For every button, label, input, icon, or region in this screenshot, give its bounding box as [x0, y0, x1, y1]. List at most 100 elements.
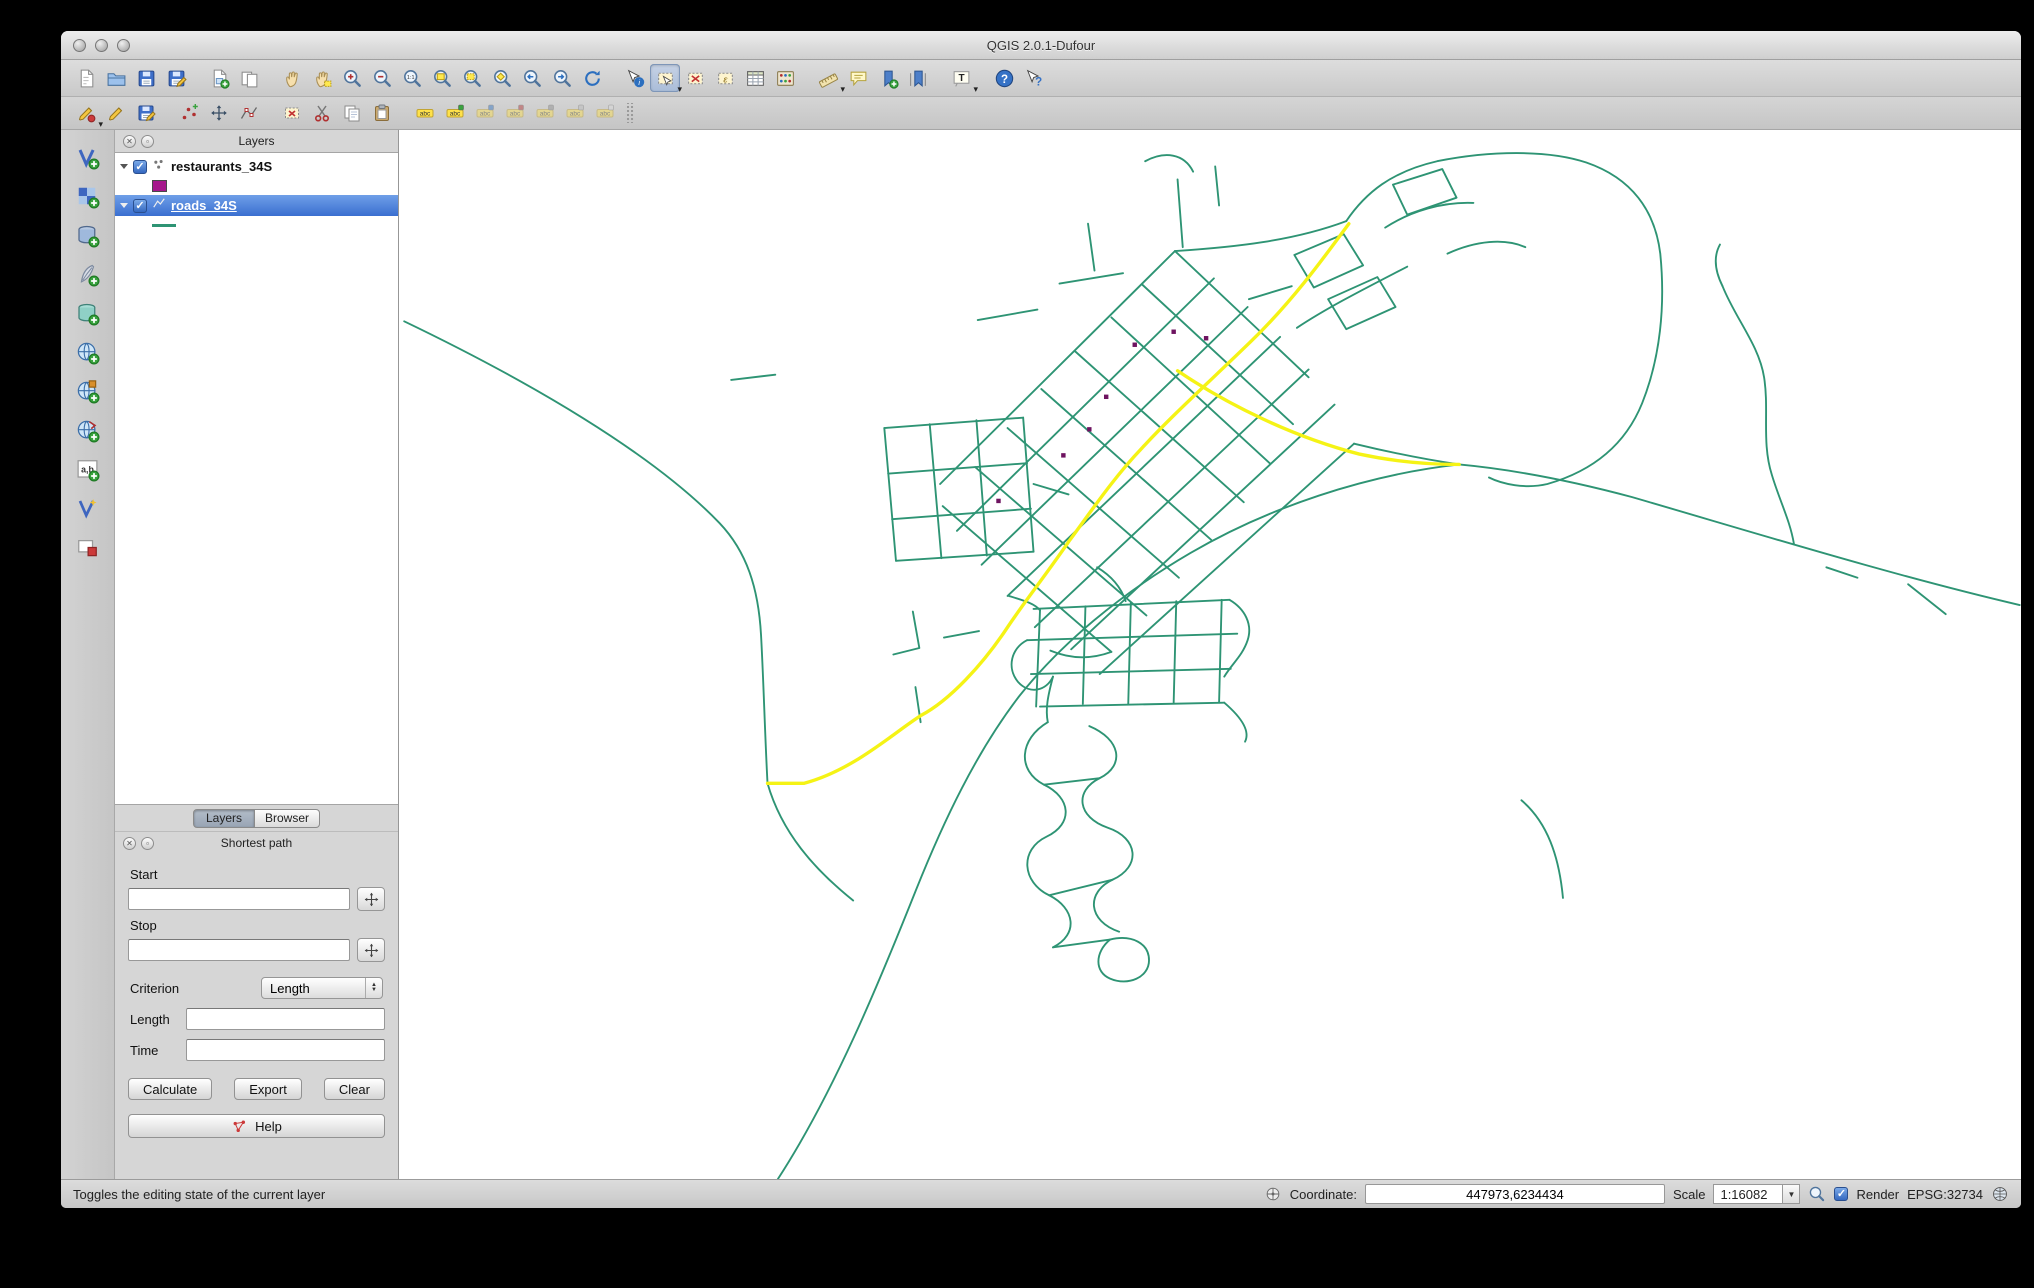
add-mssql-layer-button[interactable] — [70, 299, 106, 332]
minimize-window-button[interactable] — [95, 38, 108, 52]
layer-row-roads_34S[interactable]: ✓ roads_34S — [115, 195, 398, 216]
refresh-map-button[interactable] — [577, 64, 607, 92]
clear-button[interactable]: Clear — [323, 1078, 385, 1100]
tab-layers[interactable]: Layers — [192, 808, 255, 828]
float-panel-icon[interactable]: ▫ — [141, 836, 154, 850]
zoom-window-button[interactable] — [117, 38, 130, 52]
move-label-icon: abc — [475, 103, 495, 123]
toggle-editing-button[interactable] — [101, 99, 131, 127]
open-attribute-table-button[interactable] — [740, 64, 770, 92]
select-features-button[interactable]: ▾ — [650, 64, 682, 94]
zoom-to-selection-button[interactable] — [457, 64, 487, 92]
calculate-button[interactable]: Calculate — [128, 1078, 213, 1100]
field-calculator-button[interactable] — [770, 64, 800, 92]
close-panel-icon[interactable]: ✕ — [123, 134, 136, 148]
pan-map-button[interactable] — [277, 64, 307, 92]
add-postgis-layer-button[interactable] — [70, 221, 106, 254]
paste-features-button[interactable] — [367, 99, 397, 127]
show-hidden-labels-button[interactable]: abc — [560, 99, 590, 127]
new-bookmark-button[interactable] — [873, 64, 903, 92]
open-project-button[interactable] — [101, 64, 131, 92]
deselect-all-button[interactable] — [680, 64, 710, 92]
add-vector-layer-button[interactable] — [70, 143, 106, 176]
layer-row-restaurants_34S[interactable]: ✓ restaurants_34S — [115, 156, 398, 177]
close-window-button[interactable] — [73, 38, 86, 52]
copy-features-button[interactable] — [337, 99, 367, 127]
map-tips-button[interactable] — [843, 64, 873, 92]
new-print-composer-button[interactable] — [204, 64, 234, 92]
scale-combobox[interactable]: 1:16082 ▼ — [1713, 1184, 1801, 1204]
measure-line-button[interactable]: ▾ — [813, 64, 845, 94]
crs-status-icon[interactable] — [1991, 1185, 2009, 1203]
time-field[interactable] — [186, 1039, 385, 1061]
add-wfs-layer-button[interactable] — [70, 416, 106, 449]
show-bookmarks-button[interactable] — [903, 64, 933, 92]
zoom-to-layer-button[interactable] — [487, 64, 517, 92]
save-project-button[interactable] — [131, 64, 161, 92]
new-project-button[interactable] — [71, 64, 101, 92]
scale-value[interactable]: 1:16082 — [1713, 1184, 1784, 1204]
select-by-expression-button[interactable]: ε — [710, 64, 740, 92]
length-field[interactable] — [186, 1008, 385, 1030]
save-layer-edits-button[interactable] — [131, 99, 161, 127]
stop-capture-button[interactable] — [357, 938, 385, 962]
help-contents-button[interactable]: ? — [989, 64, 1019, 92]
add-raster-layer-button[interactable] — [70, 182, 106, 215]
expand-arrow-icon[interactable] — [120, 203, 128, 208]
current-edits-button[interactable]: ▾ — [71, 99, 103, 129]
rotate-label-button[interactable]: abc — [500, 99, 530, 127]
coordinate-input[interactable] — [1364, 1184, 1665, 1204]
stop-input[interactable] — [128, 939, 350, 961]
new-shapefile-layer-button[interactable] — [70, 494, 106, 527]
delete-selected-button[interactable] — [277, 99, 307, 127]
pin-labels-button[interactable]: abc — [530, 99, 560, 127]
zoom-in-button[interactable] — [337, 64, 367, 92]
layer-symbol-swatch[interactable] — [152, 223, 176, 227]
map-canvas[interactable] — [399, 130, 2021, 1179]
add-wcs-layer-button[interactable] — [70, 377, 106, 410]
layer-visibility-checkbox[interactable]: ✓ — [133, 159, 147, 174]
layer-tree[interactable]: ✓ restaurants_34S ✓ roads_34S — [115, 152, 398, 805]
add-wms-layer-button[interactable] — [70, 338, 106, 371]
zoom-out-button[interactable] — [367, 64, 397, 92]
add-spatialite-layer-button[interactable] — [70, 260, 106, 293]
text-annotation-button[interactable]: T ▾ — [946, 64, 978, 94]
start-input[interactable] — [128, 888, 350, 910]
zoom-native-button[interactable]: 1:1 — [397, 64, 427, 92]
add-delimited-text-layer-button[interactable]: a,b — [70, 455, 106, 488]
change-label-button[interactable]: abc — [440, 99, 470, 127]
move-label-button[interactable]: abc — [470, 99, 500, 127]
tab-browser[interactable]: Browser — [254, 808, 320, 828]
layer-symbol-swatch[interactable] — [152, 180, 167, 192]
zoom-full-button[interactable] — [427, 64, 457, 92]
new-spatialite-layer-button[interactable] — [70, 533, 106, 566]
zoom-last-button[interactable] — [517, 64, 547, 92]
window-title: QGIS 2.0.1-Dufour — [986, 37, 1096, 53]
help-button[interactable]: Help — [128, 1114, 385, 1138]
move-feature-button[interactable] — [204, 99, 234, 127]
criterion-select[interactable]: Length ▲ ▼ — [261, 977, 383, 999]
start-capture-button[interactable] — [357, 887, 385, 911]
whats-this-button[interactable]: ? — [1019, 64, 1049, 92]
label-properties-button[interactable]: abc — [590, 99, 620, 127]
node-tool-button[interactable] — [234, 99, 264, 127]
scale-dropdown-arrow-icon[interactable]: ▼ — [1783, 1184, 1801, 1204]
identify-features-button[interactable]: i — [620, 64, 650, 92]
toolbar-drag-handle-icon[interactable] — [625, 103, 634, 123]
render-checkbox[interactable]: ✓ — [1834, 1187, 1849, 1201]
export-button[interactable]: Export — [234, 1078, 302, 1100]
add-feature-button[interactable] — [174, 99, 204, 127]
layer-visibility-checkbox[interactable]: ✓ — [133, 198, 147, 213]
labeling-button[interactable]: abc — [410, 99, 440, 127]
save-project-as-button[interactable] — [161, 64, 191, 92]
pan-to-selection-button[interactable] — [307, 64, 337, 92]
zoom-next-button[interactable] — [547, 64, 577, 92]
float-panel-icon[interactable]: ▫ — [141, 134, 154, 148]
scale-magnifier-icon[interactable] — [1808, 1185, 1826, 1203]
expand-arrow-icon[interactable] — [120, 164, 128, 169]
mouse-position-icon[interactable] — [1264, 1185, 1282, 1203]
select-features-icon — [655, 68, 676, 89]
close-panel-icon[interactable]: ✕ — [123, 836, 136, 850]
cut-features-button[interactable] — [307, 99, 337, 127]
composer-manager-button[interactable] — [234, 64, 264, 92]
